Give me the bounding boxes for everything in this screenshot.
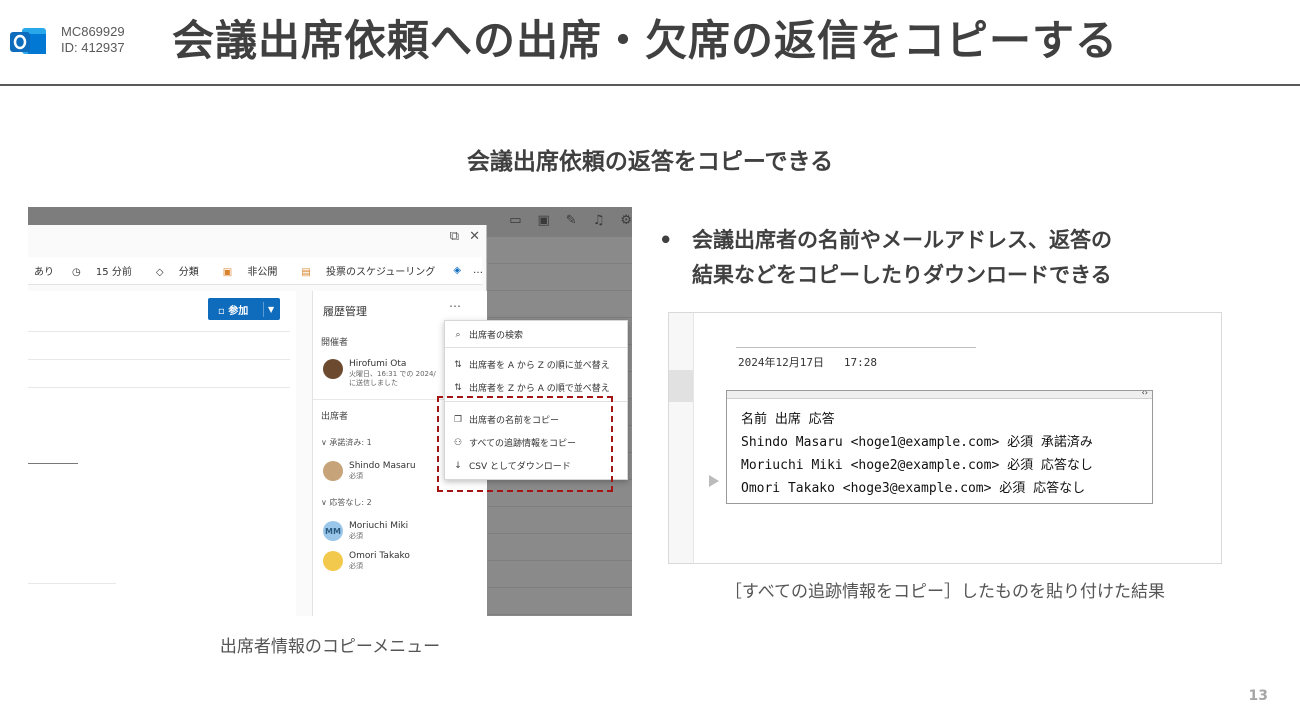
clock-icon: ◷: [72, 267, 81, 278]
ribbon-show-as[interactable]: あり: [28, 263, 60, 278]
attendee-entry[interactable]: MM Moriuchi Miki 必須: [323, 521, 408, 541]
bullet-line-2: 結果などをコピーしたりダウンロードできる: [692, 263, 1112, 287]
mc-code: MC869929: [61, 24, 125, 39]
teams-icon[interactable]: ▣: [537, 213, 549, 228]
message-date: 2024年12月17日 17:28: [738, 356, 877, 369]
avatar: MM: [323, 521, 343, 541]
gear-icon[interactable]: ⚙: [620, 213, 632, 228]
highlight-box: [437, 396, 613, 492]
page-title: 会議出席依頼への出席・欠席の返信をコピーする: [172, 16, 1119, 65]
outlook-logo-icon: [10, 28, 46, 54]
mc-id: ID: 412937: [61, 40, 125, 55]
accepted-group[interactable]: ∨ 承諾済み: 1: [321, 437, 372, 448]
close-icon[interactable]: ✕: [469, 229, 480, 244]
outlook-meeting-screenshot: ▭ ▣ ✎ ♫ ⚙ ⧉ ✕ あり ◷ 15 分前 ◇ 分類 ▣ 非公開 ▤ 投票…: [28, 207, 632, 616]
code-toggle-icon[interactable]: ‹›: [1142, 388, 1148, 397]
page-number: 13: [1248, 688, 1268, 704]
poll-icon: ▤: [301, 267, 311, 278]
bell-icon[interactable]: ♫: [593, 213, 605, 228]
editor-sidebar: [669, 313, 694, 563]
pasted-table: ‹› 名前 出席 応答 Shindo Masaru <hoge1@example…: [726, 388, 1153, 504]
ribbon-more-button[interactable]: …: [467, 265, 489, 276]
bullet-dot: •: [659, 228, 673, 252]
ribbon-categorize[interactable]: ◇ 分類: [144, 263, 211, 278]
attendee-entry[interactable]: Shindo Masaru 必須: [323, 461, 416, 481]
ribbon-reminder[interactable]: ◷ 15 分前: [60, 263, 144, 278]
message-center-id: MC869929 ID: 412937: [61, 24, 125, 56]
popout-icon[interactable]: ⧉: [450, 229, 459, 244]
chevron-down-icon[interactable]: ▼: [264, 305, 274, 314]
left-caption: 出席者情報のコピーメニュー: [219, 637, 441, 657]
avatar: [323, 359, 343, 379]
note-icon[interactable]: ✎: [566, 213, 577, 228]
search-icon: ⌕: [455, 329, 461, 340]
organizer-entry[interactable]: Hirofumi Ota 火曜日、16:31 での 2024/ に送信しました: [323, 359, 436, 388]
pasted-line: 名前 出席 応答: [741, 412, 835, 427]
meeting-details: ▫ 参加 ▼: [28, 291, 296, 616]
no-response-group[interactable]: ∨ 応答なし: 2: [321, 497, 372, 508]
bullet-line-1: 会議出席者の名前やメールアドレス、返答の: [692, 228, 1112, 252]
section-subtitle: 会議出席依頼の返答をコピーできる: [466, 149, 834, 175]
sort-icon: ⇅: [454, 382, 462, 393]
attendee-entry[interactable]: Omori Takako 必須: [323, 551, 410, 571]
line-marker-icon: [709, 475, 719, 487]
ribbon-toolbar: あり ◷ 15 分前 ◇ 分類 ▣ 非公開 ▤ 投票のスケジューリング ◈ …: [28, 257, 483, 285]
menu-search-attendees[interactable]: ⌕ 出席者の検索: [453, 328, 523, 342]
avatar: [323, 551, 343, 571]
join-button[interactable]: ▫ 参加 ▼: [208, 298, 280, 320]
chat-icon[interactable]: ▭: [509, 213, 521, 228]
pasted-line: Shindo Masaru <hoge1@example.com> 必須 承諾済…: [741, 435, 1093, 450]
organizer-label: 開催者: [321, 338, 349, 348]
meeting-window: ⧉ ✕ あり ◷ 15 分前 ◇ 分類 ▣ 非公開 ▤ 投票のスケジューリング …: [28, 225, 488, 616]
ribbon-scheduling-poll[interactable]: ▤ 投票のスケジューリング: [289, 263, 447, 278]
pasted-result-screenshot: 2024年12月17日 17:28 ‹› 名前 出席 応答 Shindo Mas…: [668, 312, 1222, 564]
ribbon-private[interactable]: ▣ 非公開: [211, 263, 290, 278]
sort-icon: ⇅: [454, 359, 462, 370]
ribbon-loop-icon[interactable]: ◈: [447, 265, 467, 276]
avatar: [323, 461, 343, 481]
attendees-label: 出席者: [321, 412, 349, 422]
more-options-icon[interactable]: ⋯: [449, 299, 461, 313]
tag-icon: ◇: [155, 267, 164, 278]
slide-header: MC869929 ID: 412937 会議出席依頼への出席・欠席の返信をコピー…: [0, 0, 1300, 86]
pasted-line: Moriuchi Miki <hoge2@example.com> 必須 応答な…: [741, 458, 1093, 473]
video-icon: ▫: [218, 305, 225, 317]
pasted-line: Omori Takako <hoge3@example.com> 必須 応答なし: [741, 481, 1086, 496]
menu-sort-za[interactable]: ⇅ 出席者を Z から A の順で並べ替え: [453, 381, 610, 395]
menu-sort-az[interactable]: ⇅ 出席者を A から Z の順に並べ替え: [453, 358, 610, 372]
lock-icon: ▣: [222, 267, 233, 278]
right-caption: ［すべての追跡情報をコピー］したものを貼り付けた結果: [724, 582, 1166, 602]
panel-title: 履歴管理: [323, 305, 367, 318]
